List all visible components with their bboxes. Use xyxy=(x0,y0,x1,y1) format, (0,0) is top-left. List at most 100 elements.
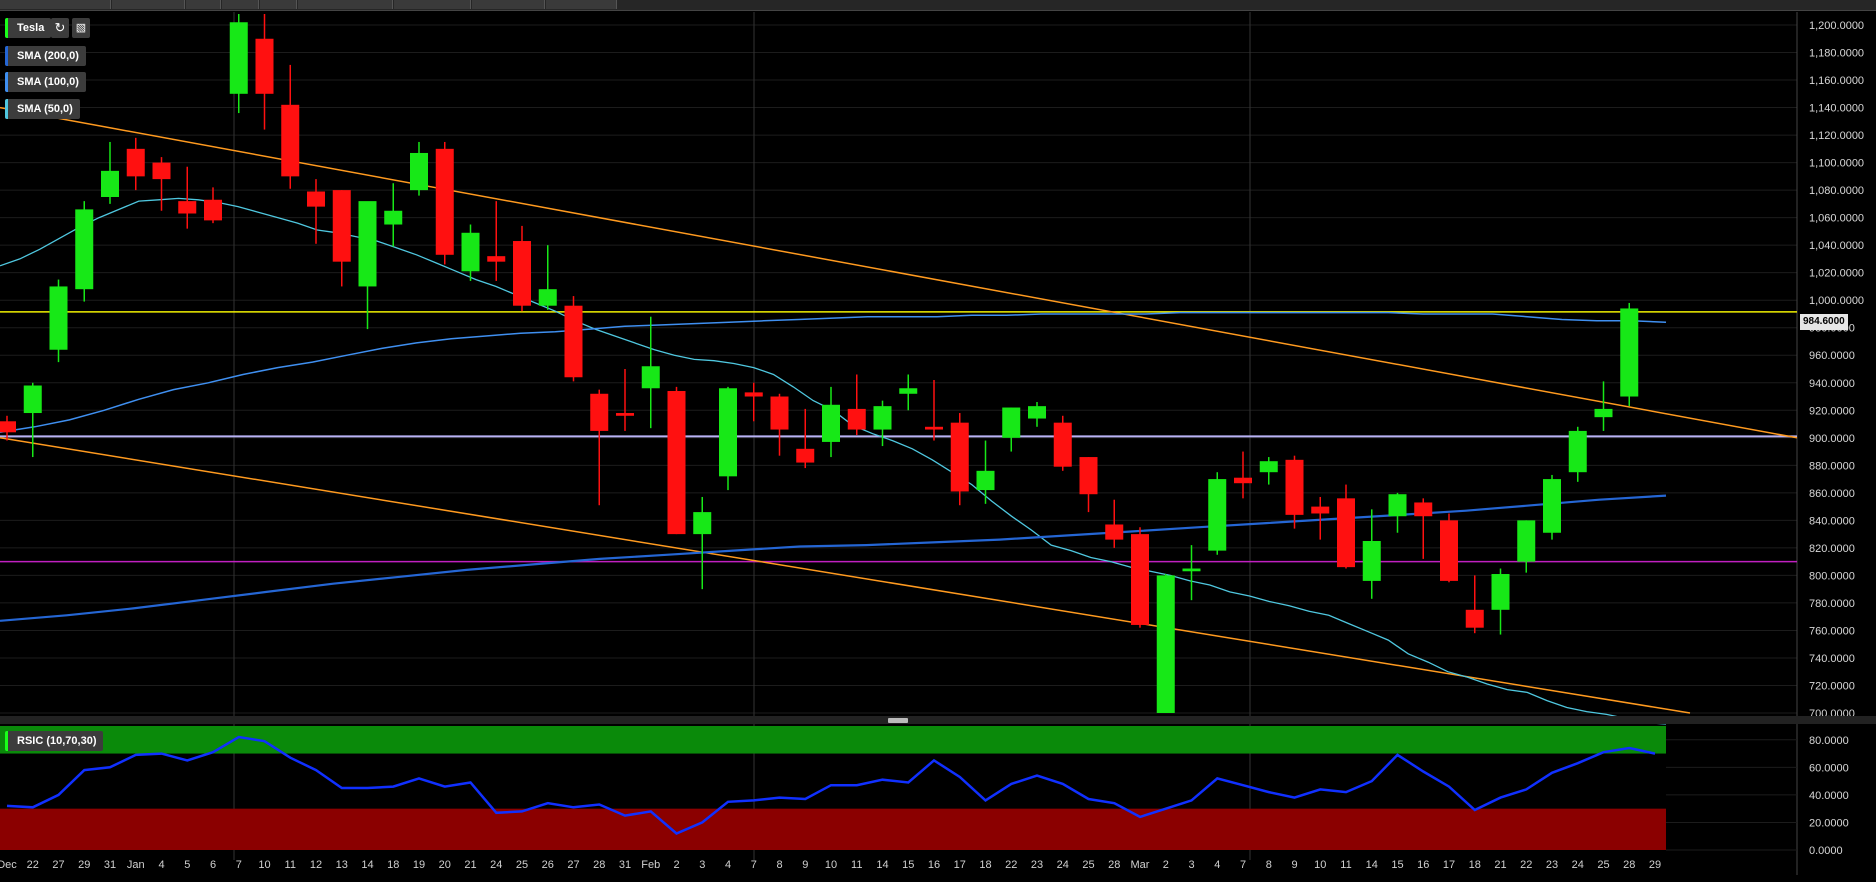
candle xyxy=(384,183,403,247)
candle-body xyxy=(1620,308,1639,397)
date-tick-label: 17 xyxy=(954,859,966,871)
date-tick-label: 28 xyxy=(1108,859,1120,871)
candle xyxy=(641,316,660,429)
date-tick-label: 9 xyxy=(802,859,808,871)
legend-symbol[interactable]: Tesla xyxy=(5,18,52,38)
rsi-tick-label: 40.0000 xyxy=(1809,790,1849,802)
legend-sma100[interactable]: SMA (100,0) xyxy=(5,72,86,92)
date-tick-label: 27 xyxy=(567,859,579,871)
price-tick-label: 1,080.0000 xyxy=(1809,185,1864,197)
candle-body xyxy=(0,421,16,433)
candle xyxy=(487,201,506,281)
candle xyxy=(950,413,969,506)
legend-sma200[interactable]: SMA (200,0) xyxy=(5,46,86,66)
candle xyxy=(229,13,248,114)
rsi-oversold-band xyxy=(0,808,1666,850)
price-tick-label: 940.0000 xyxy=(1809,378,1855,390)
candle xyxy=(1234,451,1252,499)
legend-rsi[interactable]: RSIC (10,70,30) xyxy=(5,731,104,751)
candle-body xyxy=(822,404,840,442)
candle xyxy=(899,374,918,411)
candle xyxy=(1517,520,1536,573)
date-tick-label: 8 xyxy=(1266,859,1272,871)
date-tick-label: 27 xyxy=(52,859,64,871)
candle-body xyxy=(126,148,145,177)
date-tick-label: 25 xyxy=(1597,859,1609,871)
candle-body xyxy=(1543,479,1561,533)
date-tick-label: 12 xyxy=(310,859,322,871)
date-tick-label: 19 xyxy=(413,859,425,871)
refresh-icon[interactable]: ↻ xyxy=(51,18,69,38)
candle-body xyxy=(23,385,42,414)
candle-body xyxy=(976,470,995,491)
date-tick-label: 10 xyxy=(825,859,837,871)
price-tick-label: 1,020.0000 xyxy=(1809,268,1864,280)
candle-body xyxy=(435,148,454,255)
legend-sma50[interactable]: SMA (50,0) xyxy=(5,99,80,119)
date-tick-label: 29 xyxy=(1649,859,1661,871)
price-tick-label: 780.0000 xyxy=(1809,598,1855,610)
date-tick-label: 2 xyxy=(1163,859,1169,871)
candle-body xyxy=(358,201,377,287)
price-tick-label: 880.0000 xyxy=(1809,460,1855,472)
chart-type-icon[interactable]: ▧ xyxy=(72,18,90,38)
date-tick-label: 23 xyxy=(1546,859,1558,871)
rsi-axis: 80.0000 60.0000 40.0000 20.0000 0.0000 xyxy=(1809,735,1849,857)
candle xyxy=(1491,568,1510,635)
candle xyxy=(178,166,197,229)
candle-body xyxy=(49,286,68,350)
candle-body xyxy=(307,191,325,207)
date-tick-label: 21 xyxy=(464,859,476,871)
candle xyxy=(847,374,866,436)
date-tick-label: 28 xyxy=(593,859,605,871)
candle-body xyxy=(204,199,222,221)
price-chart[interactable]: 1,200.0000 1,180.0000 1,160.0000 1,140.0000… xyxy=(0,0,1876,882)
candle-body xyxy=(1465,609,1484,628)
price-tick-label: 840.0000 xyxy=(1809,515,1855,527)
candle xyxy=(1105,499,1124,548)
date-tick-label: 25 xyxy=(516,859,528,871)
candle xyxy=(1208,472,1227,555)
date-tick-label: 15 xyxy=(1391,859,1403,871)
candle-body xyxy=(719,388,737,477)
candle xyxy=(1053,415,1072,471)
candle xyxy=(255,13,274,130)
candle-body xyxy=(1131,534,1149,625)
candle xyxy=(564,296,583,382)
candle xyxy=(667,386,686,535)
date-tick-label: 31 xyxy=(104,859,116,871)
candle-body xyxy=(152,162,171,180)
date-tick-label: Feb xyxy=(641,859,660,871)
pane-resize-handle[interactable] xyxy=(888,718,908,723)
date-tick-label: 24 xyxy=(1572,859,1584,871)
price-tick-label: 800.0000 xyxy=(1809,570,1855,582)
date-tick-label: 22 xyxy=(27,859,39,871)
date-tick-label: 25 xyxy=(1082,859,1094,871)
candle xyxy=(1414,498,1433,559)
date-tick-label: 23 xyxy=(1031,859,1043,871)
date-tick-label: 10 xyxy=(258,859,270,871)
date-tick-label: Mar xyxy=(1131,859,1150,871)
candle xyxy=(75,201,94,302)
pane-divider[interactable] xyxy=(0,716,1876,724)
candle xyxy=(1594,381,1613,431)
price-tick-label: 740.0000 xyxy=(1809,653,1855,665)
candle-body xyxy=(1311,506,1330,514)
candle xyxy=(332,190,351,287)
candle-body xyxy=(693,512,712,535)
candle-body xyxy=(1234,477,1252,484)
price-tick-label: 1,100.0000 xyxy=(1809,158,1864,170)
date-tick-label: 4 xyxy=(1214,859,1220,871)
candle xyxy=(49,279,68,363)
candle-body xyxy=(770,396,789,430)
candle-body xyxy=(1517,520,1536,562)
date-tick-label: 18 xyxy=(1469,859,1481,871)
date-tick-label: 3 xyxy=(699,859,705,871)
price-tick-label: 920.0000 xyxy=(1809,405,1855,417)
date-tick-label: 16 xyxy=(1417,859,1429,871)
candle xyxy=(590,389,609,506)
price-tick-label: 1,120.0000 xyxy=(1809,130,1864,142)
price-tick-label: 960.0000 xyxy=(1809,350,1855,362)
date-tick-label: 7 xyxy=(236,859,242,871)
candle-body xyxy=(744,392,763,397)
